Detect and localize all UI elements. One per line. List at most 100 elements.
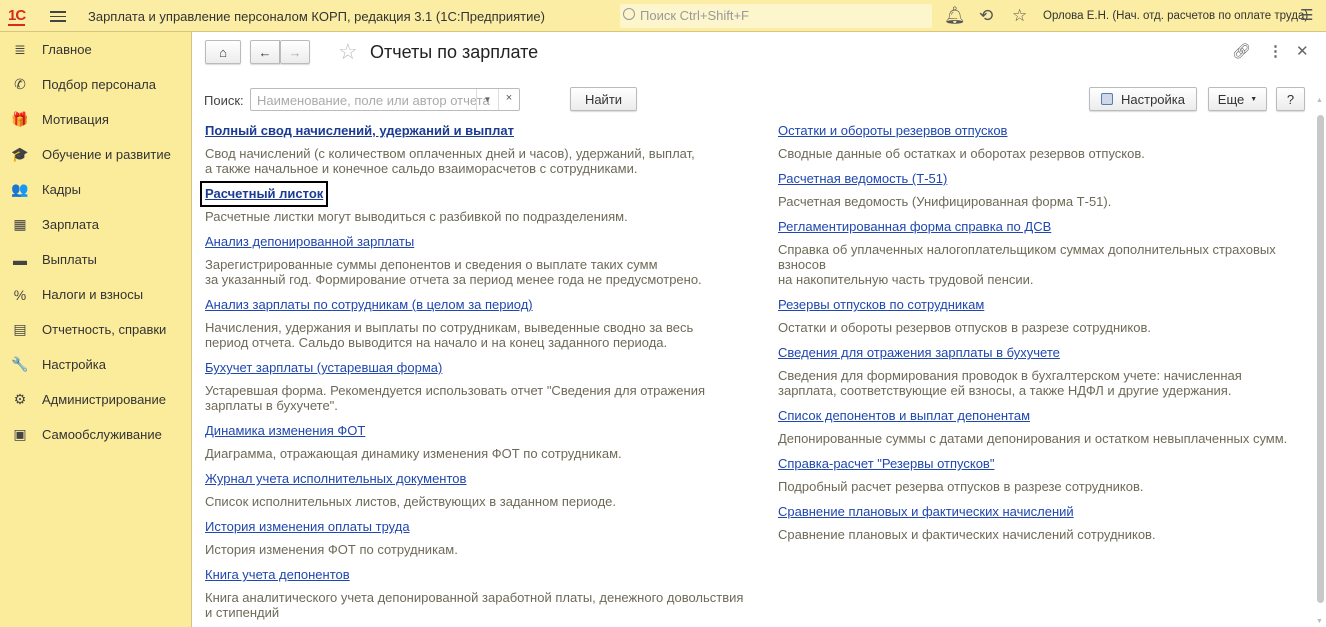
scrollbar[interactable]: ▲ ▼ [1315, 95, 1326, 627]
report-item: Сведения для отражения зарплаты в бухуче… [778, 345, 1326, 398]
report-description: Подробный расчет резерва отпусков в разр… [778, 479, 1144, 494]
report-item: Регламентированная форма справка по ДСВ С… [778, 219, 1326, 287]
global-search-input[interactable]: Поиск Ctrl+Shift+F [620, 4, 932, 28]
help-button[interactable]: ? [1276, 87, 1305, 111]
report-item: Список депонентов и выплат депонентам Деп… [778, 408, 1326, 446]
sidebar-item[interactable]: ▣ Самообслуживание [0, 417, 191, 452]
report-link[interactable]: Регламентированная форма справка по ДСВ [778, 219, 1051, 235]
report-search-input[interactable]: Наименование, поле или автор отчета ▼ × [250, 88, 520, 111]
report-description: Расчетная ведомость (Унифицированная фор… [778, 194, 1112, 209]
scroll-down-icon[interactable]: ▼ [1316, 618, 1323, 625]
find-button[interactable]: Найти [570, 87, 637, 111]
forward-button[interactable]: → [280, 40, 310, 64]
scroll-up-icon[interactable]: ▲ [1316, 97, 1323, 104]
report-link[interactable]: Динамика изменения ФОТ [205, 423, 365, 439]
report-link[interactable]: История изменения оплаты труда [205, 519, 410, 535]
report-description: Свод начислений (с количеством оплаченны… [205, 146, 695, 176]
back-button[interactable]: ← [250, 40, 280, 64]
sidebar-item[interactable]: 👥 Кадры [0, 172, 191, 207]
report-description: Начисления, удержания и выплаты по сотру… [205, 320, 694, 350]
sidebar-item-label: Зарплата [42, 217, 99, 232]
settings-menu-icon[interactable]: ☰ [1300, 6, 1313, 24]
sidebar-item[interactable]: ≣ Главное [0, 32, 191, 67]
sidebar-item[interactable]: % Налоги и взносы [0, 277, 191, 312]
report-link[interactable]: Анализ зарплаты по сотрудникам (в целом … [205, 297, 533, 313]
report-item: Анализ депонированной зарплаты Зарегистри… [205, 234, 765, 287]
app-title: Зарплата и управление персоналом КОРП, р… [88, 9, 545, 24]
report-item: История изменения оплаты труда История из… [205, 519, 765, 557]
report-description: История изменения ФОТ по сотрудникам. [205, 542, 458, 557]
sidebar-item-label: Настройка [42, 357, 106, 372]
sidebar-item[interactable]: ✆ Подбор персонала [0, 67, 191, 102]
sidebar-icon: 🔧 [11, 356, 29, 372]
sidebar-item-label: Главное [42, 42, 92, 57]
report-item: Расчетный листок Расчетные листки могут в… [199, 181, 765, 224]
report-link[interactable]: Журнал учета исполнительных документов [205, 471, 466, 487]
sidebar-item[interactable]: ▦ Зарплата [0, 207, 191, 242]
favorite-star-icon[interactable]: ☆ [338, 39, 358, 65]
sidebar-icon: 👥 [11, 181, 29, 197]
sidebar-icon: 🎓 [11, 146, 29, 162]
scrollbar-thumb[interactable] [1317, 115, 1324, 603]
sidebar-item[interactable]: 🎁 Мотивация [0, 102, 191, 137]
report-link[interactable]: Расчетный листок [199, 181, 329, 207]
report-description: Диаграмма, отражающая динамику изменения… [205, 446, 622, 461]
sidebar-item[interactable]: ▤ Отчетность, справки [0, 312, 191, 347]
menu-icon[interactable] [50, 8, 66, 25]
report-item: Сравнение плановых и фактических начисле… [778, 504, 1326, 542]
report-link[interactable]: Анализ депонированной зарплаты [205, 234, 414, 250]
report-description: Расчетные листки могут выводиться с разб… [205, 209, 628, 224]
report-link[interactable]: Бухучет зарплаты (устаревшая форма) [205, 360, 442, 376]
sidebar-icon: ▬ [13, 251, 27, 268]
sidebar-icon: % [13, 286, 27, 303]
close-icon[interactable]: ✕ [1296, 42, 1309, 60]
arrow-right-icon: → [288, 44, 302, 60]
report-item: Резервы отпусков по сотрудникам Остатки и… [778, 297, 1326, 335]
sidebar-item[interactable]: ▬ Выплаты [0, 242, 191, 277]
clear-icon[interactable]: × [498, 89, 519, 110]
sidebar-icon: ⚙ [13, 391, 27, 407]
settings-button[interactable]: Настройка [1089, 87, 1197, 111]
sidebar-item[interactable]: 🎓 Обучение и развитие [0, 137, 191, 172]
report-link[interactable]: Список депонентов и выплат депонентам [778, 408, 1030, 424]
current-user[interactable]: Орлова Е.Н. (Нач. отд. расчетов по оплат… [1043, 10, 1308, 22]
sidebar-item-label: Подбор персонала [42, 77, 156, 92]
more-button[interactable]: Еще ▼ [1208, 87, 1267, 111]
report-link[interactable]: Остатки и обороты резервов отпусков [778, 123, 1007, 139]
report-description: Депонированные суммы с датами депонирова… [778, 431, 1288, 446]
more-vertical-icon[interactable]: ⋮ [1268, 42, 1283, 60]
sidebar-item-label: Обучение и развитие [42, 147, 171, 162]
sidebar: ≣ Главное ✆ Подбор персонала 🎁 Мотивация 🎓 Обуч… [0, 32, 192, 627]
sidebar-icon: ▣ [13, 426, 27, 442]
sidebar-item[interactable]: ⚙ Администрирование [0, 382, 191, 417]
sidebar-item-label: Мотивация [42, 112, 109, 127]
report-link[interactable]: Справка-расчет "Резервы отпусков" [778, 456, 994, 472]
bell-icon[interactable]: 🔔︎ [944, 6, 966, 26]
home-button[interactable]: ⌂ [205, 40, 241, 64]
sidebar-icon: ▦ [13, 216, 27, 232]
sidebar-item-label: Администрирование [42, 392, 166, 407]
report-link[interactable]: Сведения для отражения зарплаты в бухуче… [778, 345, 1060, 361]
sidebar-icon: ✆ [14, 76, 26, 92]
report-description: Сводные данные об остатках и оборотах ре… [778, 146, 1145, 161]
sidebar-icon: ≣ [14, 41, 26, 57]
report-link[interactable]: Полный свод начислений, удержаний и выпл… [205, 123, 514, 139]
report-item: Анализ зарплаты по сотрудникам (в целом … [205, 297, 765, 350]
sidebar-item-label: Самообслуживание [42, 427, 162, 442]
report-item: Книга учета депонентов Книга аналитическо… [205, 567, 765, 620]
sidebar-item[interactable]: 🔧 Настройка [0, 347, 191, 382]
report-link[interactable]: Резервы отпусков по сотрудникам [778, 297, 984, 313]
dropdown-icon[interactable]: ▼ [476, 89, 498, 110]
arrow-left-icon: ← [258, 44, 272, 60]
home-icon: ⌂ [219, 44, 227, 60]
report-description: Зарегистрированные суммы депонентов и св… [205, 257, 702, 287]
history-icon[interactable]: ⟲ [979, 6, 993, 26]
star-icon[interactable]: ☆ [1012, 6, 1027, 26]
report-link[interactable]: Сравнение плановых и фактических начисле… [778, 504, 1074, 520]
report-link[interactable]: Расчетная ведомость (Т-51) [778, 171, 947, 187]
link-icon[interactable]: 🔗︎ [1232, 42, 1251, 60]
report-description: Книга аналитического учета депонированно… [205, 590, 744, 620]
search-label: Поиск: [204, 93, 244, 108]
settings-icon [1101, 93, 1113, 105]
report-link[interactable]: Книга учета депонентов [205, 567, 350, 583]
